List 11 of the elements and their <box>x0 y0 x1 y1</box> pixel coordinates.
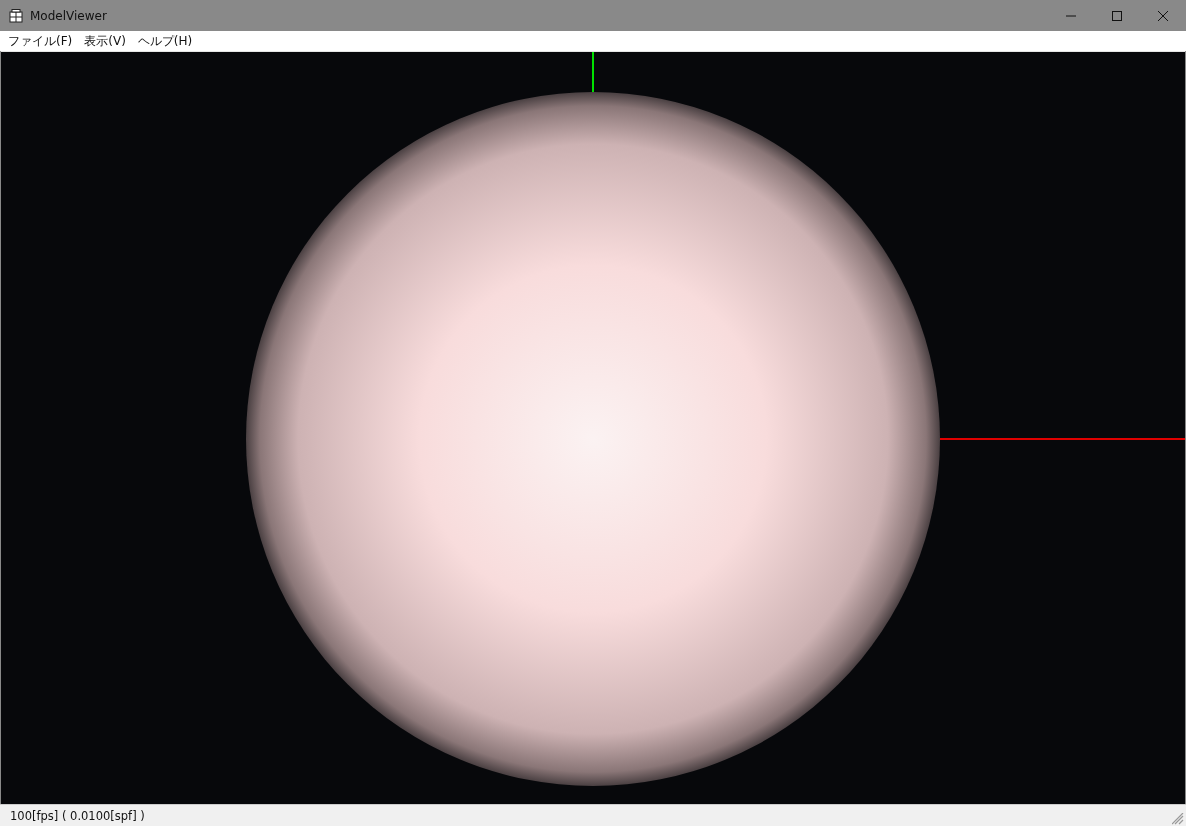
window-title: ModelViewer <box>30 8 107 23</box>
close-icon <box>1157 9 1169 22</box>
menu-item[interactable]: ファイル(F) <box>2 32 79 50</box>
menu-item[interactable]: ヘルプ(H) <box>131 32 199 50</box>
app-icon <box>9 8 23 23</box>
3d-viewport[interactable] <box>1 51 1185 804</box>
maximize-icon <box>1111 9 1123 22</box>
resize-grip-icon[interactable] <box>1172 813 1184 825</box>
status-text: 100[fps] ( 0.0100[spf] ) <box>10 808 145 823</box>
y-axis-line <box>592 52 594 93</box>
menu-item[interactable]: 表示(V) <box>78 32 132 50</box>
